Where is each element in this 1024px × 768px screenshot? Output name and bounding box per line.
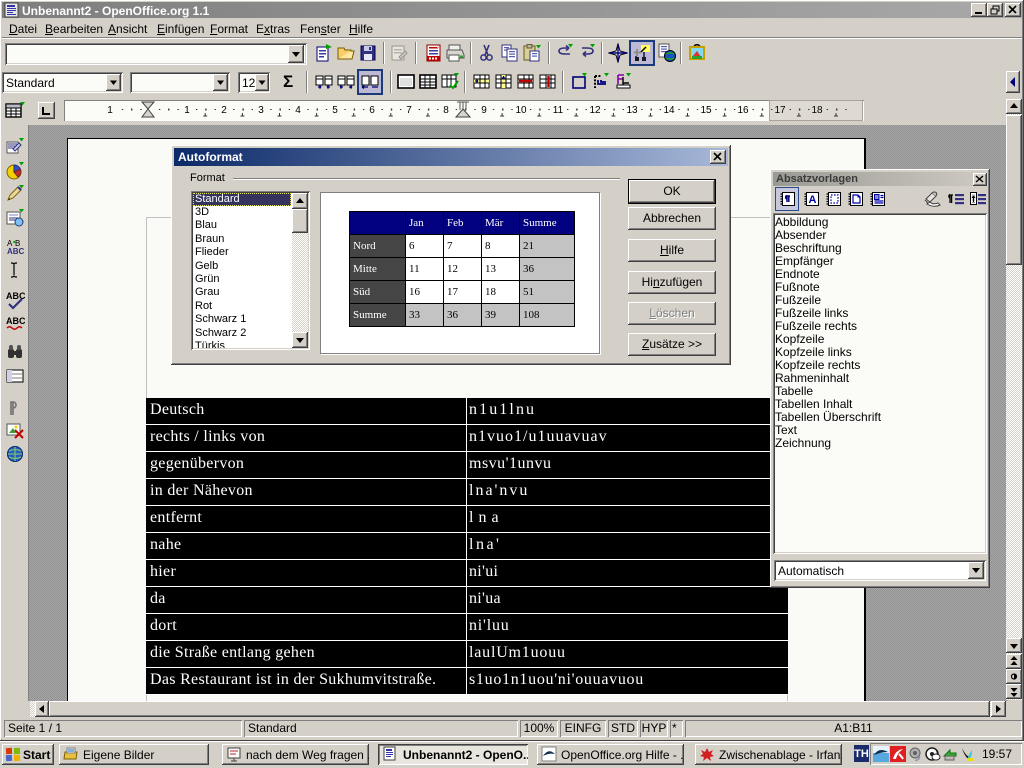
svg-text:16: 16: [737, 105, 749, 116]
svg-text:10: 10: [515, 105, 527, 116]
svg-text:9: 9: [481, 105, 487, 116]
svg-text:12: 12: [589, 105, 601, 116]
svg-text:5: 5: [332, 105, 338, 116]
svg-text:4: 4: [295, 105, 301, 116]
svg-text:17: 17: [774, 105, 786, 116]
svg-text:14: 14: [663, 105, 675, 116]
svg-text:3: 3: [258, 105, 264, 116]
svg-text:1: 1: [107, 105, 113, 116]
svg-text:2: 2: [221, 105, 227, 116]
svg-text:ABC: ABC: [7, 247, 25, 256]
svg-text:8: 8: [443, 105, 449, 116]
svg-text:ABC: ABC: [6, 316, 25, 326]
svg-text:18: 18: [811, 105, 823, 116]
svg-text:6: 6: [369, 105, 375, 116]
svg-text:7: 7: [406, 105, 412, 116]
svg-text:15: 15: [700, 105, 712, 116]
svg-text:A: A: [809, 194, 817, 206]
svg-text:1: 1: [184, 105, 190, 116]
svg-text:13: 13: [626, 105, 638, 116]
svg-text:11: 11: [553, 105, 564, 116]
